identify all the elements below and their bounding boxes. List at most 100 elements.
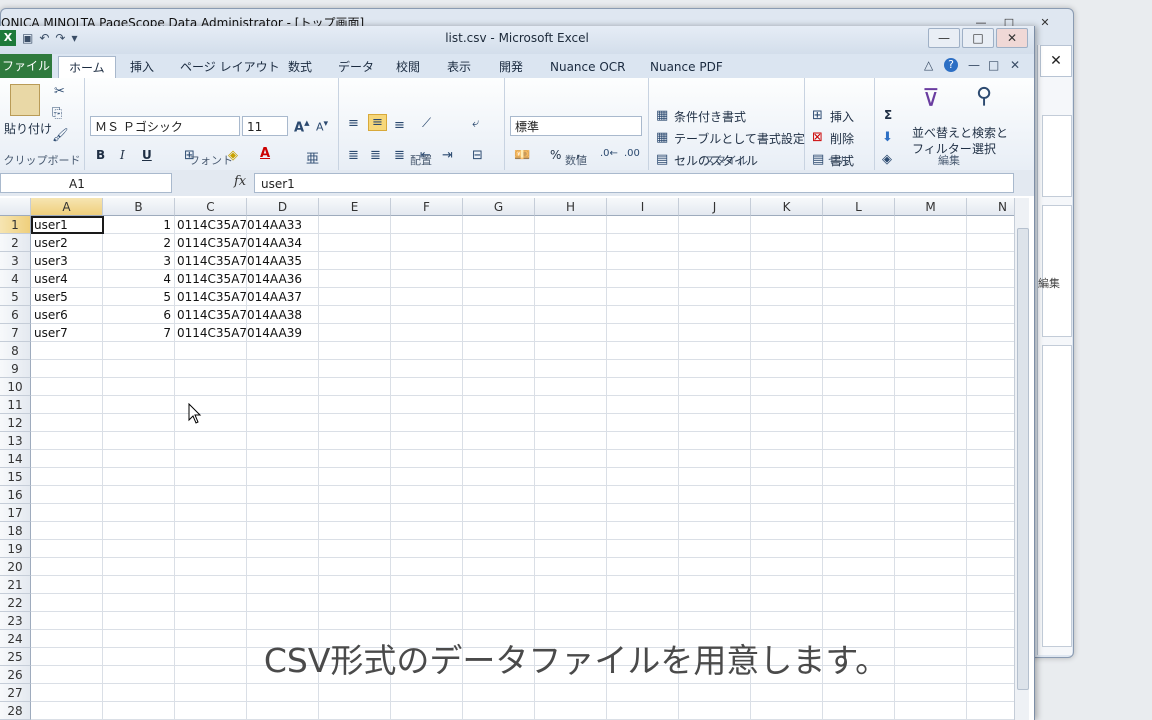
table-cell[interactable]: 2 (103, 234, 171, 252)
column-header[interactable]: L (823, 198, 895, 216)
tab-formulas[interactable]: 数式 (288, 56, 312, 78)
column-header[interactable]: E (319, 198, 391, 216)
paste-icon[interactable] (10, 84, 40, 116)
number-format-select[interactable]: 標準 (510, 116, 642, 136)
delete-button[interactable]: 削除 (830, 130, 854, 147)
tab-data[interactable]: データ (338, 56, 374, 78)
align-middle-icon[interactable]: ≡ (368, 114, 387, 131)
help-icon[interactable]: ? (944, 58, 958, 72)
row-header[interactable]: 17 (0, 504, 31, 522)
orientation-icon[interactable]: ⟋ (422, 116, 431, 131)
doc-minimize-icon[interactable]: — (968, 58, 980, 72)
table-cell[interactable]: 5 (103, 288, 171, 306)
minimize-button[interactable]: — (928, 28, 960, 48)
align-top-icon[interactable]: ≡ (348, 116, 359, 131)
tab-view[interactable]: 表示 (447, 56, 471, 78)
row-header[interactable]: 2 (0, 234, 31, 252)
column-header[interactable]: K (751, 198, 823, 216)
column-header[interactable]: G (463, 198, 535, 216)
row-header[interactable]: 8 (0, 342, 31, 360)
autosum-button[interactable]: Σ (884, 108, 892, 122)
tab-page-layout[interactable]: ページ レイアウト (180, 56, 280, 78)
row-header[interactable]: 20 (0, 558, 31, 576)
row-header[interactable]: 13 (0, 432, 31, 450)
row-header[interactable]: 10 (0, 378, 31, 396)
row-header[interactable]: 28 (0, 702, 31, 720)
column-header[interactable]: B (103, 198, 175, 216)
row-header[interactable]: 19 (0, 540, 31, 558)
format-as-table-icon[interactable]: ▦ (656, 130, 668, 145)
table-cell[interactable]: 1 (103, 216, 171, 234)
cut-icon[interactable]: ✂ (54, 84, 65, 99)
column-header[interactable]: I (607, 198, 679, 216)
table-cell[interactable]: 0114C35A7014AA34 (177, 234, 302, 252)
column-header[interactable]: D (247, 198, 319, 216)
insert-icon[interactable]: ⊞ (812, 108, 823, 123)
tab-file[interactable]: ファイル (0, 54, 52, 78)
table-cell[interactable]: 4 (103, 270, 171, 288)
sort-button[interactable]: 並べ替えと (912, 124, 972, 141)
sort-filter-icon[interactable]: ⊽ (922, 84, 940, 112)
insert-button[interactable]: 挿入 (830, 108, 854, 125)
doc-close-icon[interactable]: ✕ (1010, 58, 1020, 72)
find-select-icon[interactable]: ⚲ (976, 84, 992, 109)
tab-nuance-ocr[interactable]: Nuance OCR (550, 56, 626, 78)
row-header[interactable]: 21 (0, 576, 31, 594)
column-header[interactable]: M (895, 198, 967, 216)
grow-font-icon[interactable]: A▴ (294, 116, 310, 135)
shrink-font-icon[interactable]: A▾ (316, 118, 328, 134)
row-header[interactable]: 23 (0, 612, 31, 630)
tab-insert[interactable]: 挿入 (130, 56, 154, 78)
maximize-button[interactable]: □ (962, 28, 994, 48)
row-header[interactable]: 14 (0, 450, 31, 468)
row-header[interactable]: 15 (0, 468, 31, 486)
table-cell[interactable]: user7 (34, 324, 100, 342)
row-header[interactable]: 16 (0, 486, 31, 504)
select-all-corner[interactable] (0, 198, 31, 216)
close-button[interactable]: ✕ (996, 28, 1028, 48)
row-header[interactable]: 11 (0, 396, 31, 414)
table-cell[interactable]: user3 (34, 252, 100, 270)
conditional-format-icon[interactable]: ▦ (656, 108, 668, 123)
tab-home[interactable]: ホーム (58, 56, 116, 79)
row-header[interactable]: 9 (0, 360, 31, 378)
row-header[interactable]: 4 (0, 270, 31, 288)
font-name-select[interactable]: ＭＳ Ｐゴシック (90, 116, 240, 136)
table-cell[interactable]: 6 (103, 306, 171, 324)
conditional-format-button[interactable]: 条件付き書式 (674, 108, 746, 125)
tab-nuance-pdf[interactable]: Nuance PDF (650, 56, 723, 78)
row-header[interactable]: 3 (0, 252, 31, 270)
scrollbar-thumb[interactable] (1017, 228, 1029, 690)
column-header[interactable]: A (31, 198, 103, 216)
row-header[interactable]: 12 (0, 414, 31, 432)
table-cell[interactable]: user5 (34, 288, 100, 306)
format-as-table-button[interactable]: テーブルとして書式設定 (674, 130, 805, 147)
wrap-text-icon[interactable]: ⤶ (472, 116, 479, 131)
bg-panel-close-icon[interactable]: ✕ (1040, 45, 1072, 77)
column-header[interactable]: J (679, 198, 751, 216)
row-header[interactable]: 5 (0, 288, 31, 306)
delete-icon[interactable]: ⊠ (812, 130, 823, 145)
table-cell[interactable]: 0114C35A7014AA38 (177, 306, 302, 324)
tab-review[interactable]: 校閲 (396, 56, 420, 78)
format-painter-icon[interactable]: 🖌 (52, 128, 69, 143)
row-header[interactable]: 6 (0, 306, 31, 324)
paste-button[interactable]: 貼り付け (4, 120, 52, 137)
column-header[interactable]: H (535, 198, 607, 216)
doc-restore-icon[interactable]: □ (988, 58, 999, 72)
row-header[interactable]: 27 (0, 684, 31, 702)
table-cell[interactable]: 7 (103, 324, 171, 342)
find-button[interactable]: 検索と (972, 124, 1008, 141)
row-header[interactable]: 18 (0, 522, 31, 540)
copy-icon[interactable]: ⎘ (52, 106, 62, 121)
table-cell[interactable]: 0114C35A7014AA39 (177, 324, 302, 342)
table-cell[interactable]: 0114C35A7014AA33 (177, 216, 302, 234)
table-cell[interactable]: 0114C35A7014AA35 (177, 252, 302, 270)
align-bottom-icon[interactable]: ≡ (394, 118, 405, 133)
name-box[interactable]: A1 (0, 173, 172, 193)
table-cell[interactable]: user2 (34, 234, 100, 252)
formula-input[interactable]: user1 (254, 173, 1014, 193)
table-cell[interactable]: 0114C35A7014AA37 (177, 288, 302, 306)
row-header[interactable]: 1 (0, 216, 31, 234)
bg-close-button[interactable]: ✕ (1031, 14, 1059, 32)
